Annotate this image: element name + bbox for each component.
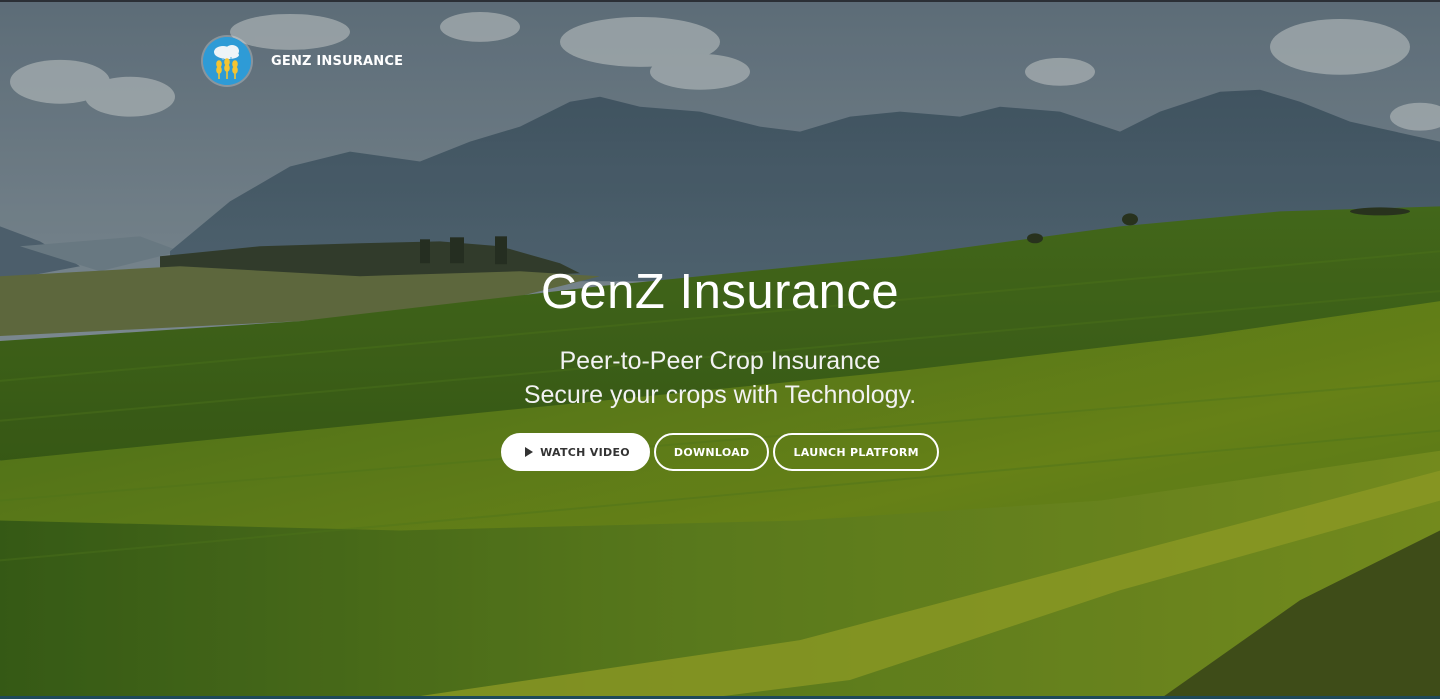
hero-buttons: WATCH VIDEO DOWNLOAD LAUNCH PLATFORM	[0, 433, 1440, 471]
hero-section: GENZ INSURANCE GenZ Insurance Peer-to-Pe…	[0, 0, 1440, 699]
watch-video-button[interactable]: WATCH VIDEO	[501, 433, 650, 471]
subtitle-line-2: Secure your crops with Technology.	[523, 381, 917, 409]
hero-title: GenZ Insurance	[540, 265, 900, 319]
hero-subtitle: Peer-to-Peer Crop Insurance Secure your …	[0, 344, 1440, 412]
play-icon	[525, 447, 534, 457]
hero-content: GenZ Insurance Peer-to-Peer Crop Insuran…	[0, 262, 1440, 471]
download-label: DOWNLOAD	[673, 445, 750, 459]
launch-platform-button[interactable]: LAUNCH PLATFORM	[773, 433, 939, 471]
launch-platform-label: LAUNCH PLATFORM	[793, 445, 919, 459]
cloud-wheat-logo-icon[interactable]	[203, 37, 251, 85]
brand-name[interactable]: GENZ INSURANCE	[271, 54, 403, 69]
watch-video-label: WATCH VIDEO	[540, 445, 630, 459]
download-button[interactable]: DOWNLOAD	[653, 433, 770, 471]
brand[interactable]: GENZ INSURANCE	[203, 37, 403, 85]
subtitle-line-1: Peer-to-Peer Crop Insurance	[559, 347, 881, 375]
